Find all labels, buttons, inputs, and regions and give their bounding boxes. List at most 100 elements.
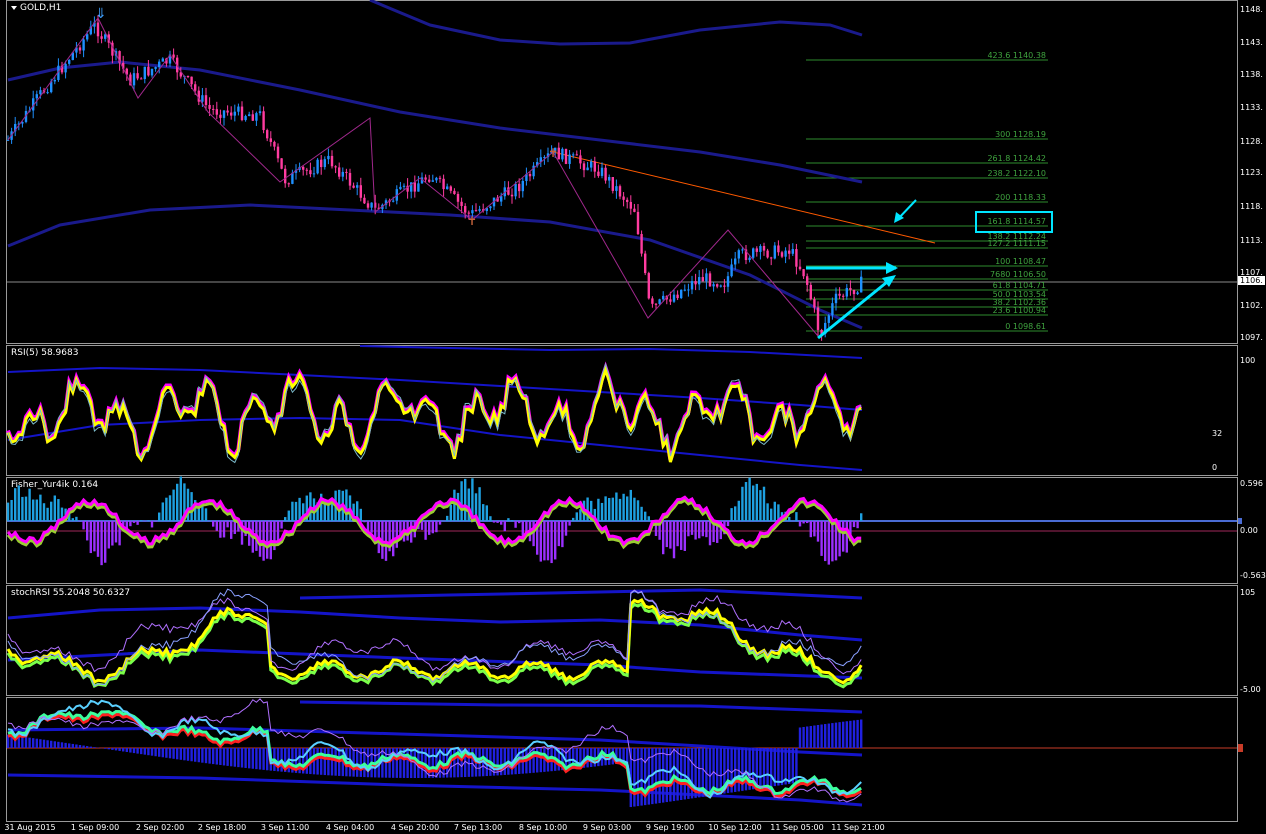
candle-body [784, 250, 787, 257]
candle-body [316, 159, 319, 174]
fisher-bar-up [460, 481, 463, 521]
candle-body [96, 22, 100, 37]
macd-bar [240, 748, 244, 768]
fisher-bar-up [755, 483, 758, 521]
macd-bar [852, 720, 856, 748]
diagonal-arrow [817, 276, 893, 340]
fisher-bar-up [176, 483, 179, 521]
macd-bar [737, 748, 740, 792]
candle-body [762, 246, 766, 251]
fisher-bar-down [820, 521, 823, 556]
middle-band [7, 726, 863, 757]
candle-body [334, 166, 337, 168]
fisher-bar-down [802, 521, 805, 524]
macd-bar [831, 723, 834, 748]
candle-body [514, 183, 517, 197]
fisher-bar-up [17, 485, 20, 521]
candle-body [842, 295, 845, 297]
candle-body [338, 167, 341, 177]
macd-bar [323, 748, 326, 776]
candle-body [788, 250, 791, 254]
time-label: 1 Sep 09:00 [70, 823, 120, 832]
macd-bar [496, 748, 499, 776]
fisher-bar-down [132, 521, 136, 523]
macd-bar [453, 748, 456, 778]
fisher-bar-down [798, 521, 802, 527]
mt4-chart-window: GOLD,H1 RSI(5) 58.9683 Fisher_Yur4ik 0.1… [0, 0, 1266, 834]
macd-bar [388, 748, 391, 778]
candle-body [806, 276, 809, 285]
macd-bar [136, 748, 139, 754]
candle-body [773, 245, 776, 259]
fisher-bar-up [161, 502, 164, 521]
candle-body [510, 194, 514, 197]
fib-highlight-box[interactable] [975, 211, 1053, 233]
macd-bar [539, 748, 542, 773]
candle-body [158, 61, 161, 68]
macd-bar [140, 748, 143, 755]
candle-body [582, 163, 586, 171]
macd-bar [777, 748, 780, 786]
fisher-scale-bot: -0.563 [1240, 571, 1266, 580]
fisher-scale-top: 0.596 [1240, 479, 1263, 488]
candle-body [838, 293, 841, 296]
fisher-bar-down [431, 521, 434, 534]
candle-body [672, 294, 676, 302]
candle-body [194, 84, 197, 91]
fisher-bar-up [71, 518, 74, 521]
stoch-lavender-line [7, 588, 862, 687]
middle-band [7, 60, 863, 184]
macd-bar [104, 748, 107, 749]
fisher-bar-up [629, 489, 632, 521]
candle-body [39, 90, 42, 95]
candle-body [500, 196, 503, 202]
candle-body [424, 177, 427, 180]
price-tick: 1143. [1240, 38, 1263, 47]
macd-bar [356, 748, 359, 777]
fisher-bar-up [53, 495, 56, 521]
candle-body [244, 116, 247, 121]
fisher-bar-up [604, 496, 607, 521]
fisher-bar-up [284, 517, 287, 521]
fisher-bar-down [420, 521, 424, 530]
fisher-bar-up [633, 497, 636, 521]
candle-body [201, 95, 204, 102]
candle-body [572, 154, 575, 156]
fisher-bar-up [6, 502, 10, 521]
macd-bar [716, 748, 719, 795]
candle-body [662, 295, 665, 300]
macd-bar [122, 748, 125, 752]
candle-body [320, 159, 323, 168]
candle-body [478, 209, 481, 211]
candle-body [460, 201, 463, 207]
fisher-bar-down [568, 521, 571, 526]
fisher-bar-up [730, 508, 733, 521]
candle-body [143, 66, 146, 80]
macd-bar [35, 738, 38, 748]
candle-body [435, 177, 438, 181]
candle-body [222, 110, 226, 118]
fisher-bar-down [136, 521, 139, 525]
macd-bar [669, 748, 672, 802]
price-tick: 1118. [1240, 202, 1263, 211]
candle-body [759, 246, 762, 252]
rsi-scale-bot: 0 [1212, 463, 1218, 472]
fisher-bar-down [215, 521, 218, 531]
fisher-bar-down [827, 521, 830, 565]
macd-bar [226, 748, 229, 766]
fisher-bar-down [219, 521, 222, 538]
arrow-head-icon [886, 262, 898, 274]
macd-bar [53, 741, 56, 748]
fib-label: 200 1118.33 [995, 193, 1046, 202]
fisher-bar-down [492, 521, 496, 523]
fisher-bar-up [618, 498, 622, 521]
fisher-bar-up [197, 507, 200, 521]
fisher-bar-down [852, 521, 856, 528]
macd-bar [798, 727, 802, 748]
macd-bar [860, 719, 863, 748]
fisher-bar-down [662, 521, 665, 555]
macd-bar [212, 748, 215, 765]
candle-body [359, 185, 362, 198]
macd-bar [410, 748, 413, 778]
candle-body [676, 294, 679, 299]
